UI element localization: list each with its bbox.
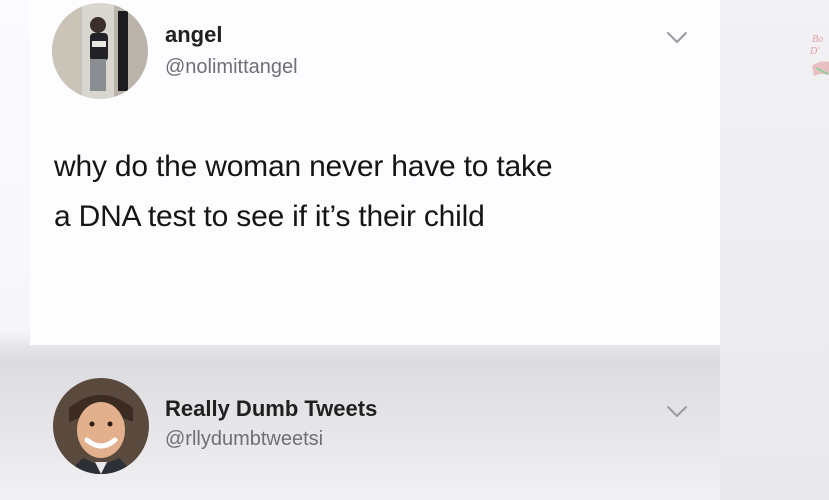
author-handle[interactable]: @nolimittangel	[165, 56, 298, 79]
profile-photo-icon	[53, 378, 149, 474]
author-handle[interactable]: @rllydumbtweetsi	[165, 428, 323, 451]
avatar[interactable]	[53, 378, 149, 474]
chevron-down-icon[interactable]	[666, 31, 688, 45]
tweet-text-line: a DNA test to see if it’s their child	[54, 200, 485, 233]
tweet-text: why do the woman never have to take a DN…	[54, 142, 553, 242]
tweet-text-line: why do the woman never have to take	[54, 150, 553, 183]
author-name[interactable]: Really Dumb Tweets	[165, 396, 377, 422]
svg-text:Bo: Bo	[812, 34, 823, 45]
avatar[interactable]	[52, 3, 148, 99]
chevron-down-icon[interactable]	[666, 405, 688, 419]
svg-text:D': D'	[809, 46, 820, 57]
watermark-logo-icon: Bo D'	[809, 34, 829, 76]
author-name[interactable]: angel	[165, 22, 222, 48]
profile-photo-icon	[52, 3, 148, 99]
